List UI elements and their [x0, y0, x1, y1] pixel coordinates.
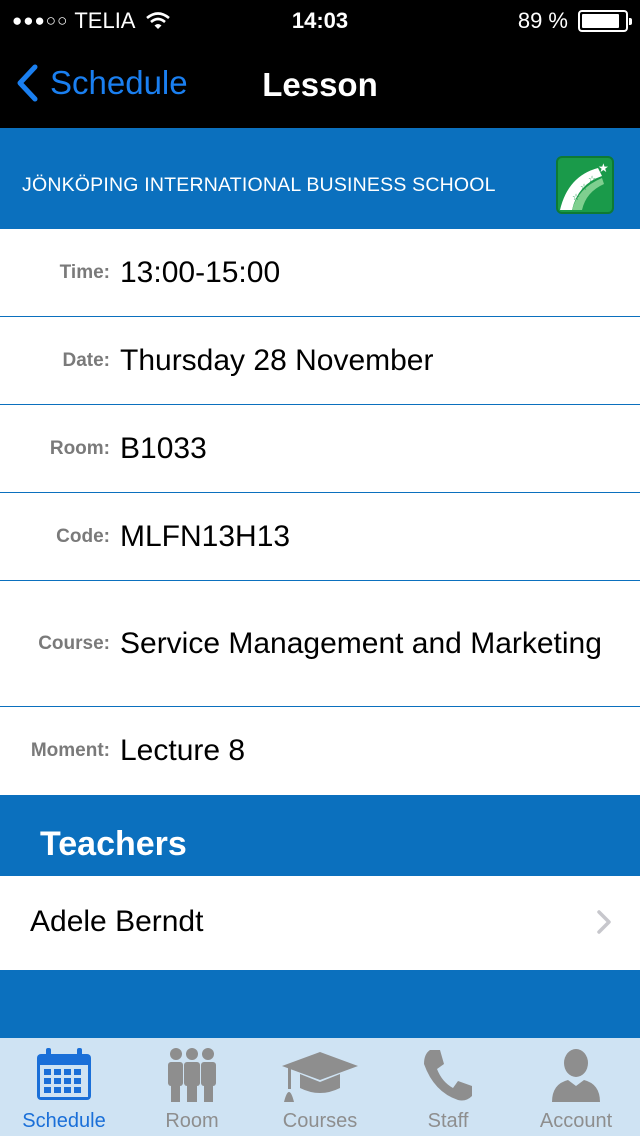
tab-label: Schedule: [22, 1110, 106, 1132]
tab-bar: Schedule Room Courses Staff Account: [0, 1038, 640, 1136]
detail-value: MLFN13H13: [120, 519, 291, 553]
tab-label: Account: [539, 1110, 613, 1132]
detail-value: Lecture 8: [120, 734, 246, 767]
svg-text:☆: ☆: [572, 193, 580, 203]
detail-row-time: Time: 13:00-15:00: [0, 229, 640, 317]
detail-label: Moment:: [30, 740, 110, 761]
tab-label: Room: [165, 1110, 219, 1132]
teacher-name: Adele Berndt: [30, 905, 204, 938]
teachers-heading: Teachers: [40, 825, 187, 863]
phone-icon: [424, 1050, 472, 1101]
svg-text:☆: ☆: [580, 183, 588, 193]
lesson-details: Time: 13:00-15:00 Date: Thursday 28 Nove…: [0, 229, 640, 795]
chevron-right-icon: [597, 910, 611, 934]
detail-label: Room:: [49, 437, 110, 459]
detail-row-course: Course: Service Management and Marketing: [0, 581, 640, 707]
detail-label: Time:: [59, 261, 110, 283]
detail-label: Date:: [62, 349, 110, 371]
detail-value: Thursday 28 November: [120, 343, 434, 377]
status-bar: ●●●○○ TELIA 14:03 89 %: [0, 0, 640, 40]
navigation-bar: Schedule Lesson: [0, 40, 640, 128]
user-icon: [552, 1049, 600, 1102]
svg-text:★: ★: [598, 161, 609, 175]
detail-value: B1033: [120, 431, 207, 465]
detail-row-room: Room: B1033: [0, 405, 640, 493]
tab-room[interactable]: Room: [128, 1038, 256, 1136]
battery-icon: [578, 10, 632, 32]
svg-text:☆: ☆: [588, 175, 596, 185]
teachers-section-header: Teachers: [0, 795, 640, 876]
calendar-icon: [37, 1048, 91, 1100]
tab-schedule[interactable]: Schedule: [0, 1038, 128, 1136]
page-title: Lesson: [262, 66, 378, 103]
detail-value: 13:00-15:00: [120, 255, 281, 289]
detail-value: Service Management and Marketing: [120, 626, 602, 660]
detail-row-code: Code: MLFN13H13: [0, 493, 640, 581]
graduation-cap-icon: [282, 1052, 358, 1102]
people-icon: [168, 1048, 216, 1102]
school-logo: ★ ☆ ☆ ☆: [556, 156, 614, 214]
tab-courses[interactable]: Courses: [256, 1038, 384, 1136]
school-name: JÖNKÖPING INTERNATIONAL BUSINESS SCHOOL: [22, 174, 496, 196]
tab-label: Courses: [282, 1110, 358, 1132]
teacher-list-item[interactable]: Adele Berndt: [0, 876, 640, 970]
detail-label: Code:: [56, 525, 110, 547]
detail-label: Course:: [38, 632, 110, 654]
battery-fill: [582, 14, 620, 28]
school-banner: JÖNKÖPING INTERNATIONAL BUSINESS SCHOOL …: [0, 128, 640, 229]
battery-percentage: 89 %: [517, 8, 568, 33]
tab-account[interactable]: Account: [512, 1038, 640, 1136]
tab-label: Staff: [427, 1110, 469, 1132]
tab-staff[interactable]: Staff: [384, 1038, 512, 1136]
detail-row-date: Date: Thursday 28 November: [0, 317, 640, 405]
detail-row-moment: Moment: Lecture 8: [0, 707, 640, 795]
